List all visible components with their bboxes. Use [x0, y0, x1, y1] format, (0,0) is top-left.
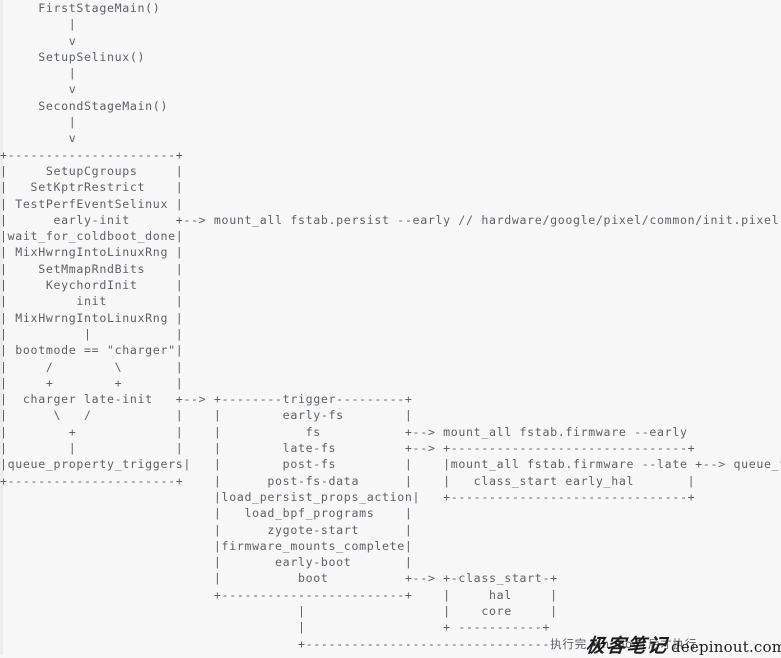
ascii-flow-diagram: FirstStageMain() | v SetupSelinux() | v …: [0, 1, 781, 651]
